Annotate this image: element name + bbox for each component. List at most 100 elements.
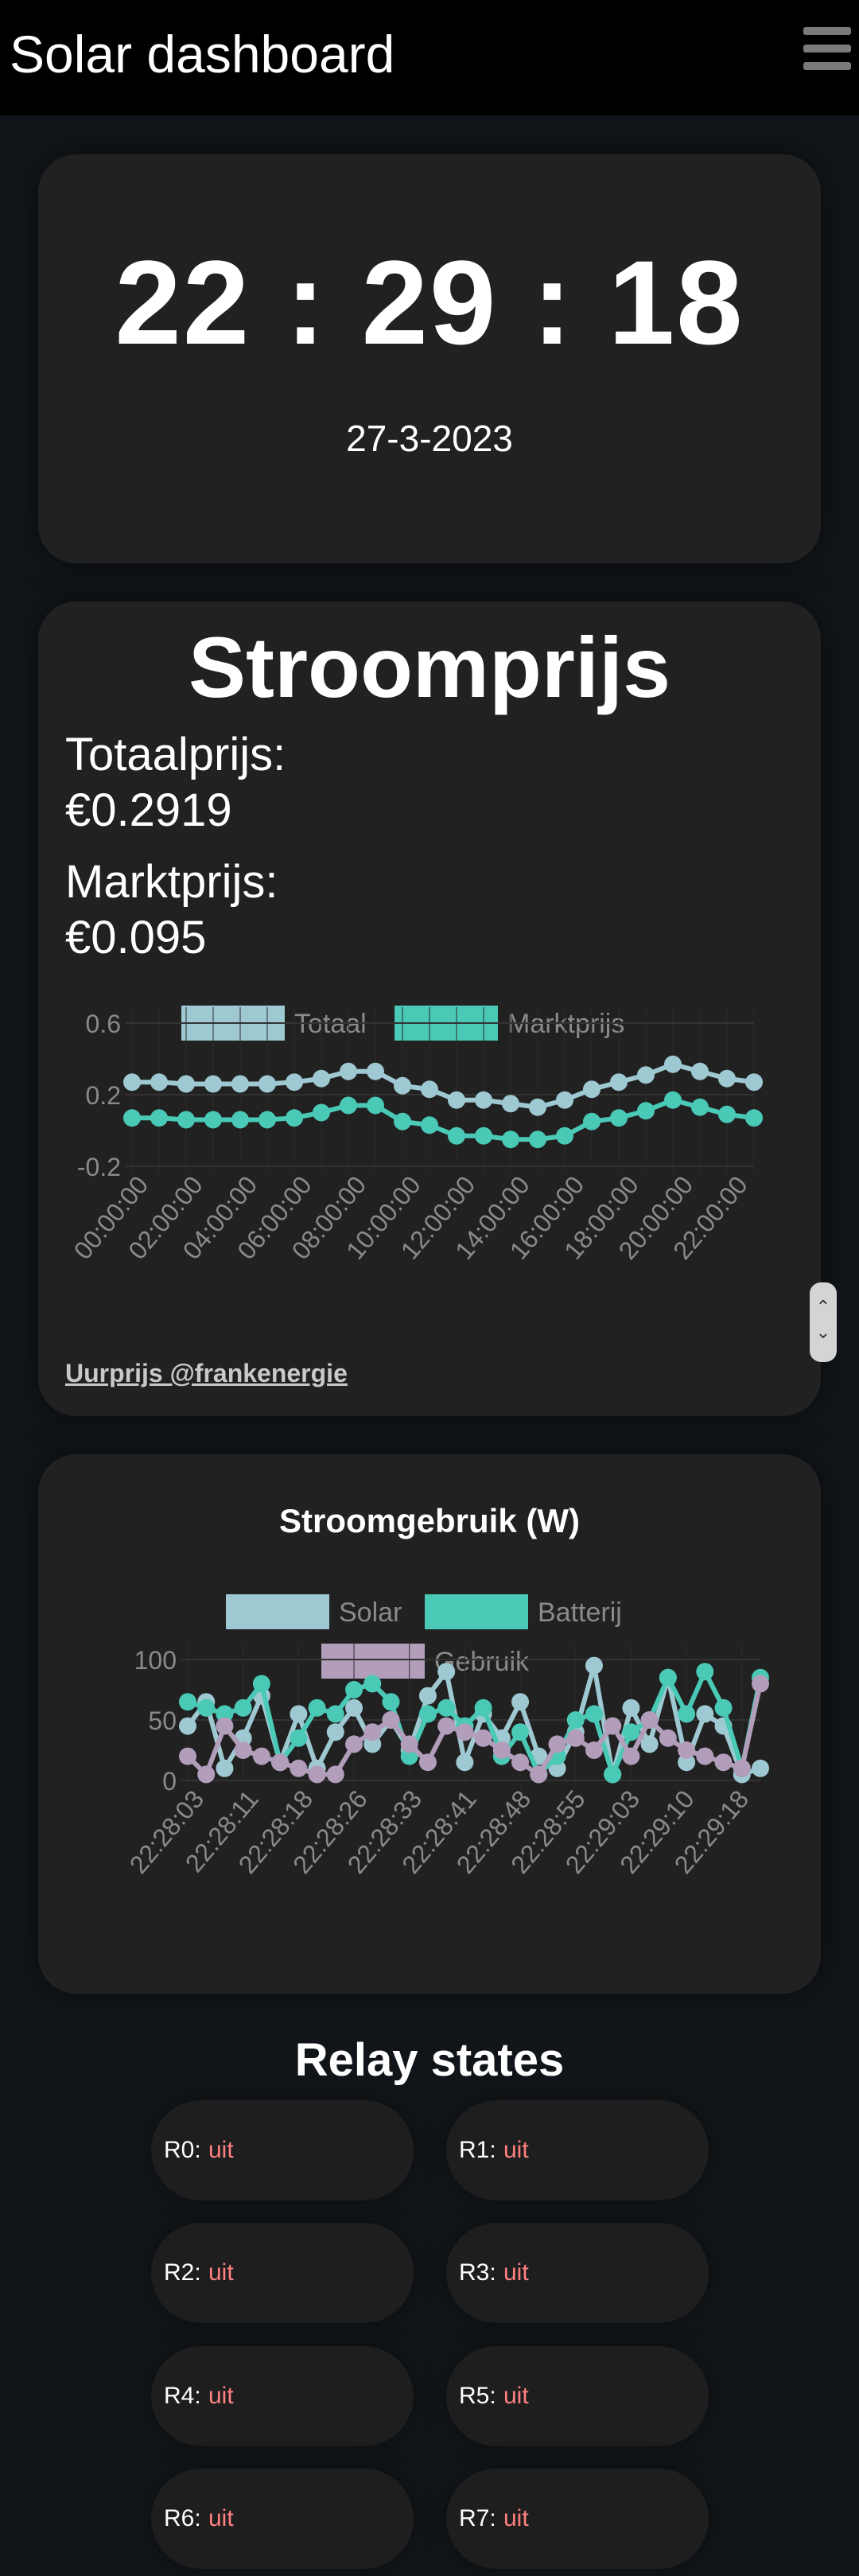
data-point-gebruik — [622, 1747, 640, 1765]
data-point-marktprijs — [340, 1096, 357, 1115]
data-point-gebruik — [326, 1765, 344, 1784]
usage-chart: Solar BatterijGebruik10050022:28:0322:28:… — [124, 1594, 769, 1879]
data-point-marktprijs — [610, 1109, 628, 1127]
data-point-solar — [437, 1663, 456, 1681]
data-point-marktprijs — [556, 1127, 573, 1145]
data-point-batterij — [696, 1663, 714, 1681]
data-point-marktprijs — [367, 1096, 384, 1115]
data-point-totaal — [637, 1066, 655, 1084]
hamburger-menu-icon[interactable] — [802, 27, 853, 75]
market-price-label: Marktprijs: — [65, 856, 278, 908]
data-point-gebruik — [474, 1729, 492, 1747]
data-point-solar — [216, 1759, 234, 1777]
data-point-batterij — [363, 1675, 382, 1693]
y-tick-label: 100 — [134, 1646, 177, 1675]
data-point-batterij — [382, 1693, 400, 1711]
data-point-marktprijs — [313, 1103, 330, 1122]
clock-date: 27-3-2023 — [346, 418, 513, 459]
market-price-value: €0.095 — [65, 912, 207, 963]
relay-state: uit — [503, 2137, 529, 2163]
relay-state: uit — [208, 2383, 234, 2409]
data-point-marktprijs — [718, 1105, 736, 1123]
relay-r4[interactable]: R4: uit — [151, 2346, 414, 2446]
data-point-totaal — [691, 1062, 709, 1080]
relay-r6[interactable]: R6: uit — [151, 2469, 414, 2569]
total-price-value: €0.2919 — [65, 784, 232, 836]
data-point-solar — [345, 1699, 363, 1717]
data-point-marktprijs — [448, 1127, 465, 1145]
data-point-gebruik — [548, 1735, 566, 1753]
scroll-handle[interactable]: ⌃ ⌄ — [810, 1282, 837, 1362]
data-point-batterij — [437, 1699, 456, 1717]
relay-label: R5: — [459, 2383, 496, 2409]
data-point-totaal — [664, 1055, 682, 1073]
data-point-gebruik — [678, 1741, 696, 1759]
data-point-marktprijs — [150, 1109, 168, 1127]
relay-state: uit — [503, 2383, 529, 2409]
data-point-batterij — [585, 1705, 603, 1723]
legend-swatch-solar — [226, 1594, 329, 1629]
data-point-gebruik — [752, 1675, 769, 1693]
data-point-totaal — [583, 1080, 601, 1099]
data-point-totaal — [340, 1062, 357, 1080]
relay-state: uit — [503, 2259, 529, 2286]
relay-r1[interactable]: R1: uit — [446, 2100, 709, 2200]
data-point-batterij — [290, 1729, 308, 1747]
data-point-totaal — [204, 1075, 222, 1093]
clock-time: 22 : 29 : 18 — [115, 235, 744, 369]
data-point-batterij — [326, 1705, 344, 1723]
data-point-gebruik — [456, 1723, 474, 1741]
data-point-marktprijs — [637, 1102, 655, 1120]
relay-state: uit — [208, 2259, 234, 2286]
data-point-batterij — [604, 1765, 622, 1784]
data-point-marktprijs — [529, 1130, 546, 1149]
relay-label: R0: — [164, 2137, 201, 2163]
relay-r5[interactable]: R5: uit — [446, 2346, 709, 2446]
y-tick-label: 0 — [162, 1767, 177, 1796]
data-point-gebruik — [179, 1747, 196, 1765]
data-point-totaal — [394, 1076, 411, 1095]
y-tick-label: 0.2 — [86, 1081, 121, 1110]
data-point-solar — [640, 1735, 659, 1753]
relay-label: R4: — [164, 2383, 201, 2409]
relay-label: R1: — [459, 2137, 496, 2163]
data-point-totaal — [231, 1075, 249, 1093]
data-point-solar — [179, 1717, 196, 1735]
data-point-totaal — [367, 1062, 384, 1080]
y-tick-label: -0.2 — [77, 1153, 121, 1181]
relay-r7[interactable]: R7: uit — [446, 2469, 709, 2569]
relay-label: R3: — [459, 2259, 496, 2286]
data-point-solar — [418, 1687, 437, 1705]
data-point-gebruik — [252, 1747, 270, 1765]
relay-state: uit — [503, 2505, 529, 2531]
data-point-solar — [696, 1705, 714, 1723]
data-point-gebruik — [308, 1765, 326, 1784]
app-title: Solar dashboard — [10, 25, 395, 84]
data-point-solar — [622, 1699, 640, 1717]
data-point-gebruik — [659, 1729, 677, 1747]
data-point-batterij — [474, 1699, 492, 1717]
relay-r3[interactable]: R3: uit — [446, 2223, 709, 2323]
data-point-gebruik — [530, 1765, 548, 1784]
data-point-marktprijs — [421, 1116, 438, 1134]
relay-states-title: Relay states — [294, 2034, 565, 2086]
relay-r2[interactable]: R2: uit — [151, 2223, 414, 2323]
relay-r0[interactable]: R0: uit — [151, 2100, 414, 2200]
data-point-solar — [456, 1753, 474, 1772]
data-point-gebruik — [714, 1753, 733, 1772]
data-point-totaal — [529, 1098, 546, 1116]
data-point-gebruik — [400, 1735, 418, 1753]
data-point-totaal — [718, 1069, 736, 1088]
clock-card: 22 : 29 : 18 27-3-2023 — [38, 154, 821, 563]
data-point-gebruik — [382, 1711, 400, 1729]
data-point-batterij — [345, 1681, 363, 1699]
usage-chart-title: Stroomgebruik (W) — [279, 1502, 580, 1539]
relay-label: R2: — [164, 2259, 201, 2286]
data-point-gebruik — [696, 1747, 714, 1765]
data-point-batterij — [678, 1705, 696, 1723]
price-title: Stroomprijs — [188, 619, 671, 715]
data-point-batterij — [622, 1723, 640, 1741]
uurprijs-source-link[interactable]: Uurprijs @frankenergie — [65, 1359, 348, 1388]
data-point-marktprijs — [502, 1130, 519, 1149]
data-point-totaal — [745, 1073, 763, 1091]
